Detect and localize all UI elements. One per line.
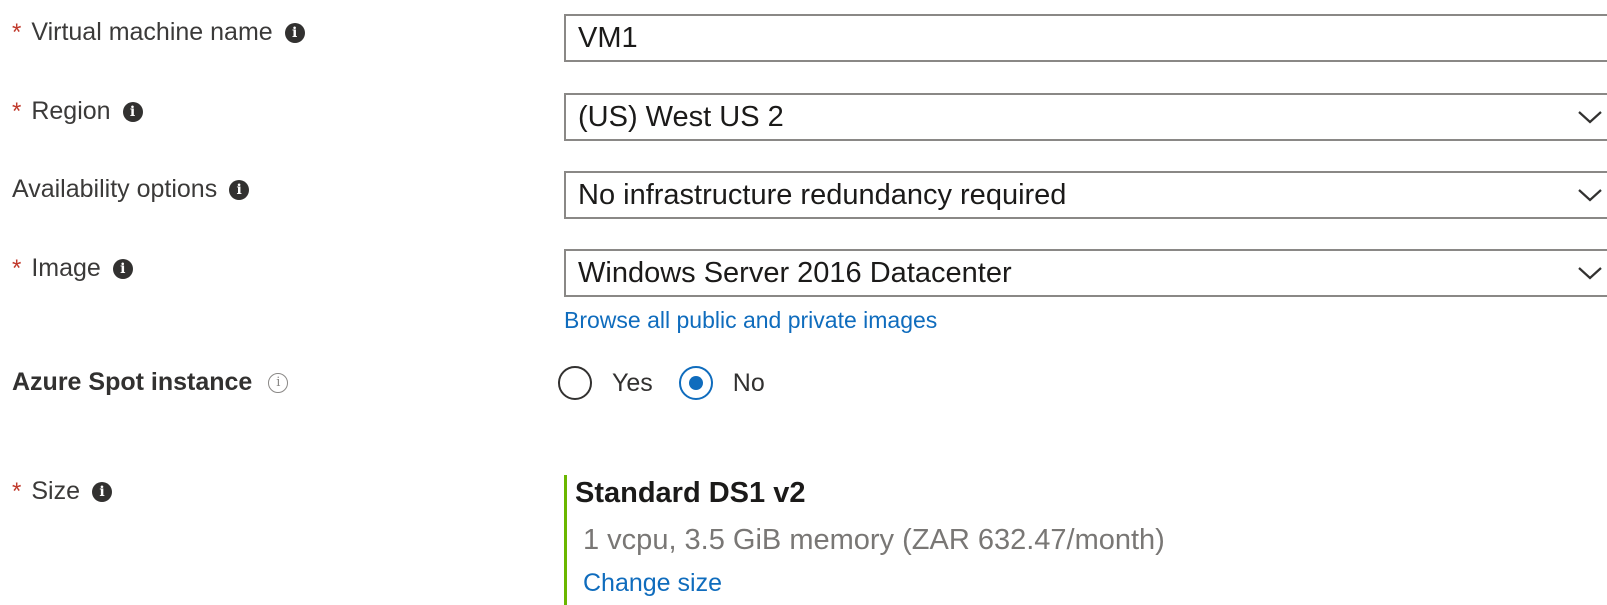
required-marker: * [12,18,22,46]
size-label: * Size i [12,477,112,506]
spot-instance-label-text: Azure Spot instance [12,368,253,396]
change-size-link[interactable]: Change size [575,569,1165,598]
size-detail: 1 vcpu, 3.5 GiB memory (ZAR 632.47/month… [583,524,1165,556]
info-icon[interactable]: i [112,258,133,279]
browse-images-link[interactable]: Browse all public and private images [564,307,937,334]
radio-unchecked-icon[interactable] [558,366,592,400]
size-name: Standard DS1 v2 [575,477,806,509]
image-label: * Image i [12,254,133,283]
image-label-text: Image [31,254,101,282]
info-icon[interactable]: i [284,22,305,43]
image-value: Windows Server 2016 Datacenter [578,256,1012,289]
region-value: (US) West US 2 [578,100,784,133]
required-marker: * [12,97,22,125]
vm-basics-form: * Virtual machine name i VM1 * Region i … [0,0,1607,605]
vm-name-value: VM1 [578,21,638,54]
spot-no-radio[interactable]: No [678,366,765,400]
required-marker: * [12,477,22,505]
region-select[interactable]: (US) West US 2 [564,93,1607,141]
availability-label-text: Availability options [12,175,218,203]
spot-yes-label: Yes [612,368,653,397]
region-label-text: Region [31,97,111,125]
vm-name-input[interactable]: VM1 [564,14,1607,62]
radio-dot [688,376,703,390]
chevron-down-icon[interactable] [1559,95,1607,139]
size-summary: Standard DS1 v2 1 vcpu, 3.5 GiB memory (… [564,475,1165,605]
vm-name-label: * Virtual machine name i [12,18,305,47]
spot-no-label: No [732,368,765,397]
spot-yes-radio[interactable]: Yes [558,366,653,400]
info-icon[interactable]: i [91,481,112,502]
size-label-text: Size [31,477,80,505]
required-marker: * [12,254,22,282]
info-outline-icon[interactable]: i [268,372,289,393]
availability-label: Availability options i [12,175,250,204]
availability-select[interactable]: No infrastructure redundancy required [564,171,1607,219]
spot-instance-label: Azure Spot instance i [12,368,289,397]
chevron-down-icon[interactable] [1559,251,1607,295]
radio-checked-icon[interactable] [678,366,713,400]
availability-value: No infrastructure redundancy required [578,178,1067,211]
spot-instance-radio-group: Yes No [558,366,791,400]
info-icon[interactable]: i [122,101,143,122]
info-icon[interactable]: i [229,179,250,200]
vm-name-label-text: Virtual machine name [31,18,273,46]
chevron-down-icon[interactable] [1559,173,1607,217]
region-label: * Region i [12,97,143,126]
image-select[interactable]: Windows Server 2016 Datacenter [564,249,1607,297]
